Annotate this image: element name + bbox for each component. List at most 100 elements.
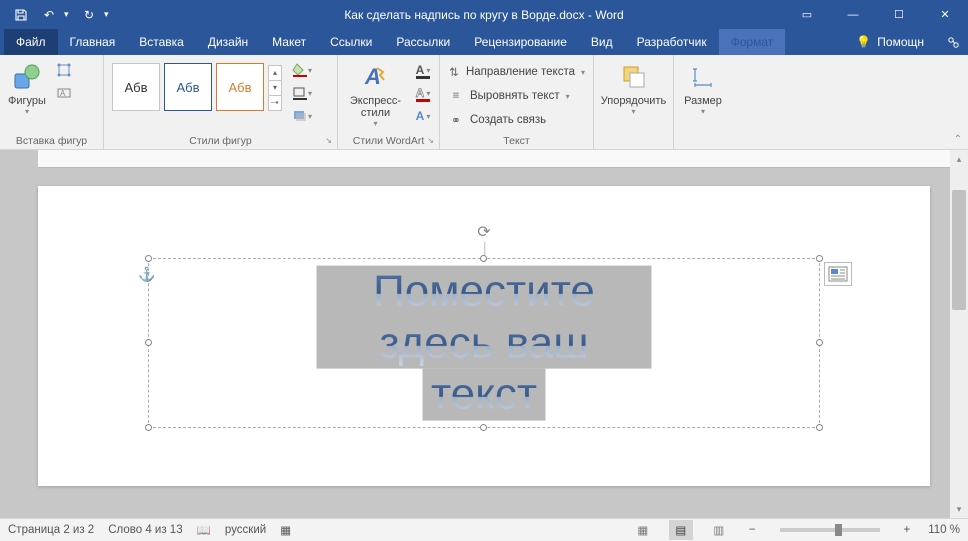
handle-e[interactable] (816, 339, 823, 346)
quick-access-toolbar: ↶ ▾ ↻ ▾ (0, 3, 114, 27)
edit-shape-button[interactable] (52, 59, 76, 81)
svg-text:A: A (60, 89, 66, 98)
titlebar: ↶ ▾ ↻ ▾ Как сделать надпись по кругу в В… (0, 0, 968, 29)
handle-se[interactable] (816, 424, 823, 431)
shape-style-1[interactable]: Абв (112, 63, 160, 111)
view-print-layout[interactable]: ▤ (669, 520, 693, 540)
save-button[interactable] (8, 3, 34, 27)
page[interactable]: ⚓ ⟳ Поместите здесь ваш текст (38, 186, 930, 486)
group-arrange: Упорядочить ▾ (594, 55, 674, 149)
gallery-down[interactable]: ▾ (268, 80, 282, 96)
arrange-button[interactable]: Упорядочить ▾ (598, 59, 669, 118)
tab-layout[interactable]: Макет (260, 29, 318, 55)
quick-styles-button[interactable]: A Экспресс-стили ▾ (342, 59, 409, 130)
view-web-layout[interactable]: ▥ (707, 520, 731, 540)
redo-button[interactable]: ↻ (76, 3, 102, 27)
align-text-button[interactable]: ≡ Выровнять текст ▾ (444, 85, 589, 107)
group-shape-styles: Абв Абв Абв ▴ ▾ ⎯▾ ▾ ▾ ▾ Стили фигур (104, 55, 338, 149)
shapes-icon (11, 61, 43, 93)
shape-style-gallery[interactable]: Абв Абв Абв ▴ ▾ ⎯▾ (108, 59, 284, 115)
text-effects-button[interactable]: A▾ (411, 105, 435, 127)
spellcheck-icon[interactable]: 📖 (197, 523, 211, 537)
shape-style-3[interactable]: Абв (216, 63, 264, 111)
text-fill-button[interactable]: A▾ (411, 59, 435, 81)
minimize-button[interactable]: — (830, 0, 876, 29)
wordart-selection[interactable]: Поместите здесь ваш текст (148, 258, 820, 428)
wordart-line-1: Поместите здесь ваш (373, 267, 595, 368)
arrange-icon (618, 61, 650, 93)
zoom-in-button[interactable]: + (900, 524, 915, 536)
window-controls: ▭ — ☐ ✕ (784, 0, 968, 29)
ribbon-options-button[interactable]: ▭ (784, 0, 830, 29)
maximize-button[interactable]: ☐ (876, 0, 922, 29)
tab-file[interactable]: Файл (4, 29, 58, 55)
tab-format[interactable]: Формат (719, 29, 786, 55)
tell-me[interactable]: 💡 Помощн (842, 29, 938, 55)
scroll-thumb[interactable] (952, 190, 966, 310)
group-label-insert-shapes: Вставка фигур (4, 132, 99, 149)
status-words[interactable]: Слово 4 из 13 (108, 524, 182, 536)
scroll-up[interactable]: ▴ (950, 150, 968, 168)
shape-effects-button[interactable]: ▾ (290, 105, 314, 127)
group-insert-shapes: Фигуры ▾ A Вставка фигур (0, 55, 104, 149)
handle-sw[interactable] (145, 424, 152, 431)
document-area: ⚓ ⟳ Поместите здесь ваш текст ▴ ▾ (0, 150, 968, 518)
handle-ne[interactable] (816, 255, 823, 262)
wordart-line-2: текст (431, 370, 537, 419)
rotate-handle[interactable]: ⟳ (477, 222, 490, 242)
view-read-mode[interactable]: ▦ (631, 520, 655, 540)
create-link-button[interactable]: ⚭ Создать связь (444, 109, 589, 131)
group-label-wordart-styles: Стили WordArt (342, 132, 435, 149)
tab-view[interactable]: Вид (579, 29, 625, 55)
tab-design[interactable]: Дизайн (196, 29, 260, 55)
tab-home[interactable]: Главная (58, 29, 128, 55)
vertical-scrollbar[interactable]: ▴ ▾ (950, 150, 968, 518)
gallery-more[interactable]: ⎯▾ (268, 95, 282, 111)
tab-mailings[interactable]: Рассылки (384, 29, 462, 55)
zoom-slider[interactable] (780, 528, 880, 532)
share-button[interactable] (938, 29, 968, 55)
undo-dropdown[interactable]: ▾ (64, 9, 74, 20)
wordart-text[interactable]: Поместите здесь ваш текст (317, 266, 652, 421)
zoom-level[interactable]: 110 % (928, 524, 960, 536)
shapes-label: Фигуры (8, 95, 46, 107)
arrange-label: Упорядочить (601, 95, 666, 107)
statusbar: Страница 2 из 2 Слово 4 из 13 📖 русский … (0, 518, 968, 541)
tab-review[interactable]: Рецензирование (462, 29, 579, 55)
handle-nw[interactable] (145, 255, 152, 262)
ribbon: Фигуры ▾ A Вставка фигур Абв Абв Абв ▴ ▾… (0, 55, 968, 150)
scroll-down[interactable]: ▾ (950, 500, 968, 518)
handle-w[interactable] (145, 339, 152, 346)
gallery-scroll: ▴ ▾ ⎯▾ (268, 65, 282, 110)
close-button[interactable]: ✕ (922, 0, 968, 29)
group-text: ⇅ Направление текста ▾ ≡ Выровнять текст… (440, 55, 594, 149)
group-label-shape-styles: Стили фигур (108, 132, 333, 149)
layout-options-button[interactable] (824, 262, 852, 286)
shape-fill-button[interactable]: ▾ (290, 59, 314, 81)
collapse-ribbon-button[interactable]: ⌃ (954, 134, 962, 145)
status-language[interactable]: русский (225, 524, 266, 536)
gallery-up[interactable]: ▴ (268, 65, 282, 81)
shapes-button[interactable]: Фигуры ▾ (4, 59, 50, 118)
horizontal-ruler[interactable] (38, 150, 950, 168)
tab-insert[interactable]: Вставка (127, 29, 196, 55)
zoom-out-button[interactable]: − (745, 524, 760, 536)
shape-style-2[interactable]: Абв (164, 63, 212, 111)
text-direction-icon: ⇅ (448, 65, 460, 79)
size-label: Размер (684, 95, 722, 107)
handle-n[interactable] (480, 255, 487, 262)
tab-developer[interactable]: Разработчик (625, 29, 719, 55)
undo-button[interactable]: ↶ (36, 3, 62, 27)
zoom-knob[interactable] (835, 524, 842, 536)
text-direction-button[interactable]: ⇅ Направление текста ▾ (444, 61, 589, 83)
handle-s[interactable] (480, 424, 487, 431)
shape-outline-button[interactable]: ▾ (290, 82, 314, 104)
macro-icon[interactable]: ▦ (280, 523, 291, 537)
text-box-button[interactable]: A (52, 82, 76, 104)
qat-customize[interactable]: ▾ (104, 9, 114, 20)
tab-references[interactable]: Ссылки (318, 29, 384, 55)
status-page[interactable]: Страница 2 из 2 (8, 524, 94, 536)
text-outline-button[interactable]: A▾ (411, 82, 435, 104)
text-direction-label: Направление текста (466, 66, 575, 78)
size-button[interactable]: Размер ▾ (680, 59, 726, 118)
